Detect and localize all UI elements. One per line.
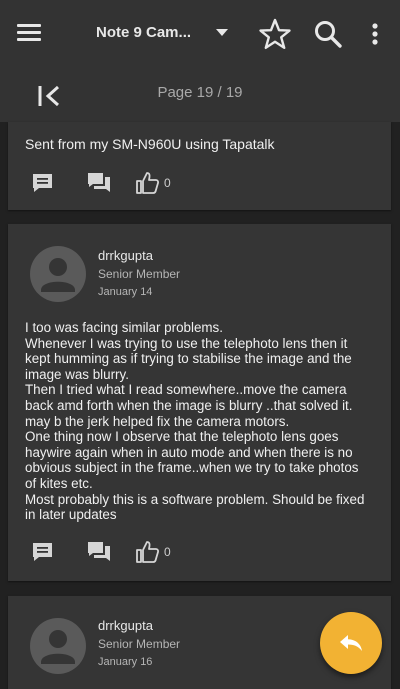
post-body-line: Whenever I was trying to use the telepho… xyxy=(25,335,348,351)
author-role: Senior Member xyxy=(98,267,181,281)
post-body-line: haywire again when in auto mode and when… xyxy=(25,444,353,460)
post-body-line: Then I tried what I read somewhere..move… xyxy=(25,382,347,398)
like-icon[interactable] xyxy=(134,170,160,196)
like-icon[interactable] xyxy=(134,539,160,565)
post-actions: 0 xyxy=(30,170,230,198)
page-navigator: Page 19 / 19 xyxy=(0,68,400,122)
post-signature: Sent from my SM-N960U using Tapatalk xyxy=(25,136,275,152)
post-date: January 14 xyxy=(98,286,153,298)
reply-button[interactable] xyxy=(320,612,382,674)
dropdown-icon[interactable] xyxy=(212,22,232,42)
default-avatar-icon xyxy=(41,258,75,292)
like-count: 0 xyxy=(164,176,171,190)
page-indicator: Page 19 / 19 xyxy=(157,84,243,101)
post-card: drrkgupta Senior Member January 14 I too… xyxy=(8,224,391,581)
post-card: Sent from my SM-N960U using Tapatalk 0 xyxy=(8,122,391,210)
post-body-line: back amd forth when the image is blurry … xyxy=(25,397,353,413)
post-body-line: kept humming as if trying to stabilise t… xyxy=(25,351,352,367)
post-body-line: may b the jerk helped fix the camera mot… xyxy=(25,413,290,429)
thread-title[interactable]: Note 9 Cam... xyxy=(96,24,196,44)
post-author[interactable]: drrkgupta xyxy=(98,618,153,633)
reply-icon xyxy=(340,635,362,651)
menu-icon[interactable] xyxy=(14,20,44,46)
star-icon[interactable] xyxy=(258,17,292,51)
post-body-line: I too was facing similar problems. xyxy=(25,320,223,335)
app-bar: Note 9 Cam... xyxy=(0,0,400,68)
post-body-line: of kites etc. xyxy=(25,475,93,491)
post-body-line: One thing now I observe that the telepho… xyxy=(25,429,339,445)
post-date: January 16 xyxy=(98,656,153,668)
quote-reply-icon[interactable] xyxy=(86,170,112,196)
post-author[interactable]: drrkgupta xyxy=(98,248,153,263)
post-body-line: obvious subject in the frame..when we tr… xyxy=(25,460,359,476)
thread-screen: Note 9 Cam... Page 19 / 19 Sent from my … xyxy=(0,0,400,689)
author-role: Senior Member xyxy=(98,637,181,651)
comment-icon[interactable] xyxy=(30,539,56,565)
avatar[interactable] xyxy=(30,246,86,302)
post-actions: 0 xyxy=(30,539,230,567)
post-body-line: Most probably this is a software problem… xyxy=(25,491,365,507)
post-body-line: image was blurry. xyxy=(25,366,129,382)
post-body: I too was facing similar problems. Whene… xyxy=(25,320,380,523)
like-count: 0 xyxy=(164,545,171,559)
avatar[interactable] xyxy=(30,618,86,674)
quote-reply-icon[interactable] xyxy=(86,539,112,565)
post-body-line: in later updates xyxy=(25,507,117,523)
search-icon[interactable] xyxy=(312,18,344,50)
default-avatar-icon xyxy=(41,630,75,664)
comment-icon[interactable] xyxy=(30,170,56,196)
more-icon[interactable] xyxy=(365,20,385,48)
